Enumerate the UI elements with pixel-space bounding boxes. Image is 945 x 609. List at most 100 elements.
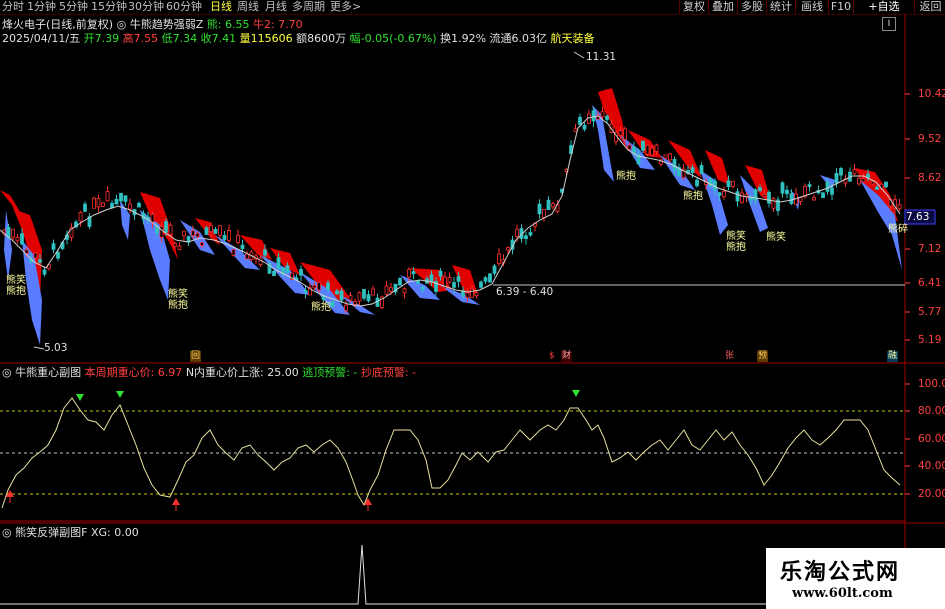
event-marker-zhang[interactable]: 张	[724, 351, 735, 362]
candle-body	[101, 202, 105, 207]
candle-body	[411, 271, 416, 275]
candle-body	[182, 230, 186, 237]
candle-body	[605, 115, 609, 120]
candle-body	[92, 197, 96, 209]
candle-body	[438, 270, 443, 277]
low-marker-leader	[33, 346, 45, 350]
candle-body	[654, 144, 659, 152]
candle-body	[771, 198, 776, 209]
candle-body	[344, 304, 348, 311]
price-axis-label: 6.41	[918, 277, 942, 289]
candle-body	[717, 192, 722, 196]
candle-body	[789, 193, 794, 205]
candle-body	[578, 116, 582, 125]
candle-body	[668, 153, 672, 161]
range-label: 6.39 - 6.40	[496, 286, 554, 298]
candle-body	[213, 228, 218, 234]
event-marker-finance[interactable]: 财	[561, 351, 573, 362]
current-price-tag: 7.63	[906, 211, 930, 223]
candle-body	[173, 243, 177, 247]
watermark-title: 乐淘公式网	[780, 560, 901, 585]
candle-body	[389, 287, 393, 292]
candle-body	[497, 253, 501, 264]
sub1-n-value: N内重心价上涨: 25.00	[185, 366, 299, 379]
candle-body	[672, 159, 677, 171]
candle-body	[591, 110, 596, 122]
candle-body	[767, 191, 771, 204]
candle-body	[317, 282, 321, 291]
high-price-marker: 11.31	[586, 51, 617, 63]
watermark-url: www.60lt.com	[792, 586, 893, 601]
candle-body	[857, 177, 861, 185]
watermark-logo: 乐淘公式网 www.60lt.com	[766, 548, 945, 609]
candle-body	[852, 169, 857, 175]
event-marker-margin[interactable]: 融	[887, 351, 899, 362]
candle-body	[663, 154, 668, 159]
candle-body	[785, 189, 789, 195]
candle-body	[834, 172, 839, 184]
sub1-axis-label: 40.00	[918, 460, 945, 472]
candle-body	[573, 128, 578, 133]
candle-body	[285, 265, 290, 273]
candle-body	[690, 167, 695, 173]
candle-body	[479, 281, 483, 288]
event-marker-review[interactable]: 回	[190, 351, 202, 362]
candle-body	[546, 199, 551, 211]
bear-broken-label: 熊碎	[888, 224, 908, 235]
candle-body	[465, 292, 470, 298]
candle-body	[618, 130, 623, 136]
main-chart-canvas[interactable]	[0, 0, 945, 609]
candle-body	[339, 290, 344, 301]
candle-body	[492, 265, 497, 274]
price-axis-label: 10.42	[918, 88, 945, 100]
candle-body	[177, 245, 182, 250]
candle-body	[695, 179, 699, 187]
candle-body	[623, 128, 627, 140]
candle-body	[168, 224, 173, 235]
sub2-toggle-icon[interactable]: ◎	[2, 526, 12, 539]
candle-body	[335, 290, 339, 295]
sub2-header: ◎ 熊笑反弹副图F XG: 0.00	[2, 526, 139, 539]
candle-body	[204, 227, 209, 235]
candle-body	[456, 276, 461, 282]
candle-body	[875, 186, 879, 190]
price-axis-label: 5.19	[918, 334, 942, 346]
sub1-escape-value: 逃顶预警: -	[302, 366, 358, 379]
candle-body	[20, 233, 24, 245]
bear-smile-label: 熊笑	[6, 275, 26, 286]
candle-body	[137, 202, 141, 208]
candle-body	[821, 192, 825, 199]
sub1-header: ◎ 牛熊重心副图 本周期重心价: 6.97 N内重心价上涨: 25.00 逃顶预…	[2, 366, 416, 379]
candle-body	[366, 294, 371, 302]
candle-body	[515, 228, 519, 237]
sub1-title[interactable]: 牛熊重心副图	[15, 366, 81, 379]
price-axis-label: 9.52	[918, 133, 942, 145]
sub1-bottom-value: 抄底预警: -	[360, 366, 417, 379]
sub2-title[interactable]: 熊笑反弹副图F	[15, 526, 87, 539]
candle-body	[303, 289, 308, 293]
event-marker-dollar[interactable]: $	[548, 351, 556, 362]
candle-body	[447, 276, 452, 283]
candle-body	[582, 124, 587, 130]
high-marker-leader	[573, 51, 585, 59]
bear-smile-label: 熊笑	[766, 232, 786, 243]
candle-body	[326, 282, 330, 290]
candle-body	[731, 180, 735, 187]
sub1-toggle-icon[interactable]: ◎	[2, 366, 12, 379]
candle-body	[483, 277, 488, 282]
low-price-marker: 5.03	[44, 342, 68, 354]
sub1-axis-label: 20.00	[918, 488, 945, 500]
candle-body	[524, 235, 528, 240]
candle-body	[650, 147, 654, 156]
candle-body	[537, 203, 542, 215]
candle-body	[488, 273, 492, 283]
sub1-heavy-value: 本周期重心价: 6.97	[84, 366, 183, 379]
candle-body	[807, 184, 812, 188]
event-marker-forecast[interactable]: 预	[757, 351, 769, 362]
candle-body	[780, 182, 785, 194]
candle-body	[276, 257, 281, 269]
candle-body	[753, 189, 758, 201]
candle-body	[357, 292, 362, 302]
candle-body	[551, 203, 555, 208]
bear-hug-label: 熊抱	[616, 171, 636, 182]
